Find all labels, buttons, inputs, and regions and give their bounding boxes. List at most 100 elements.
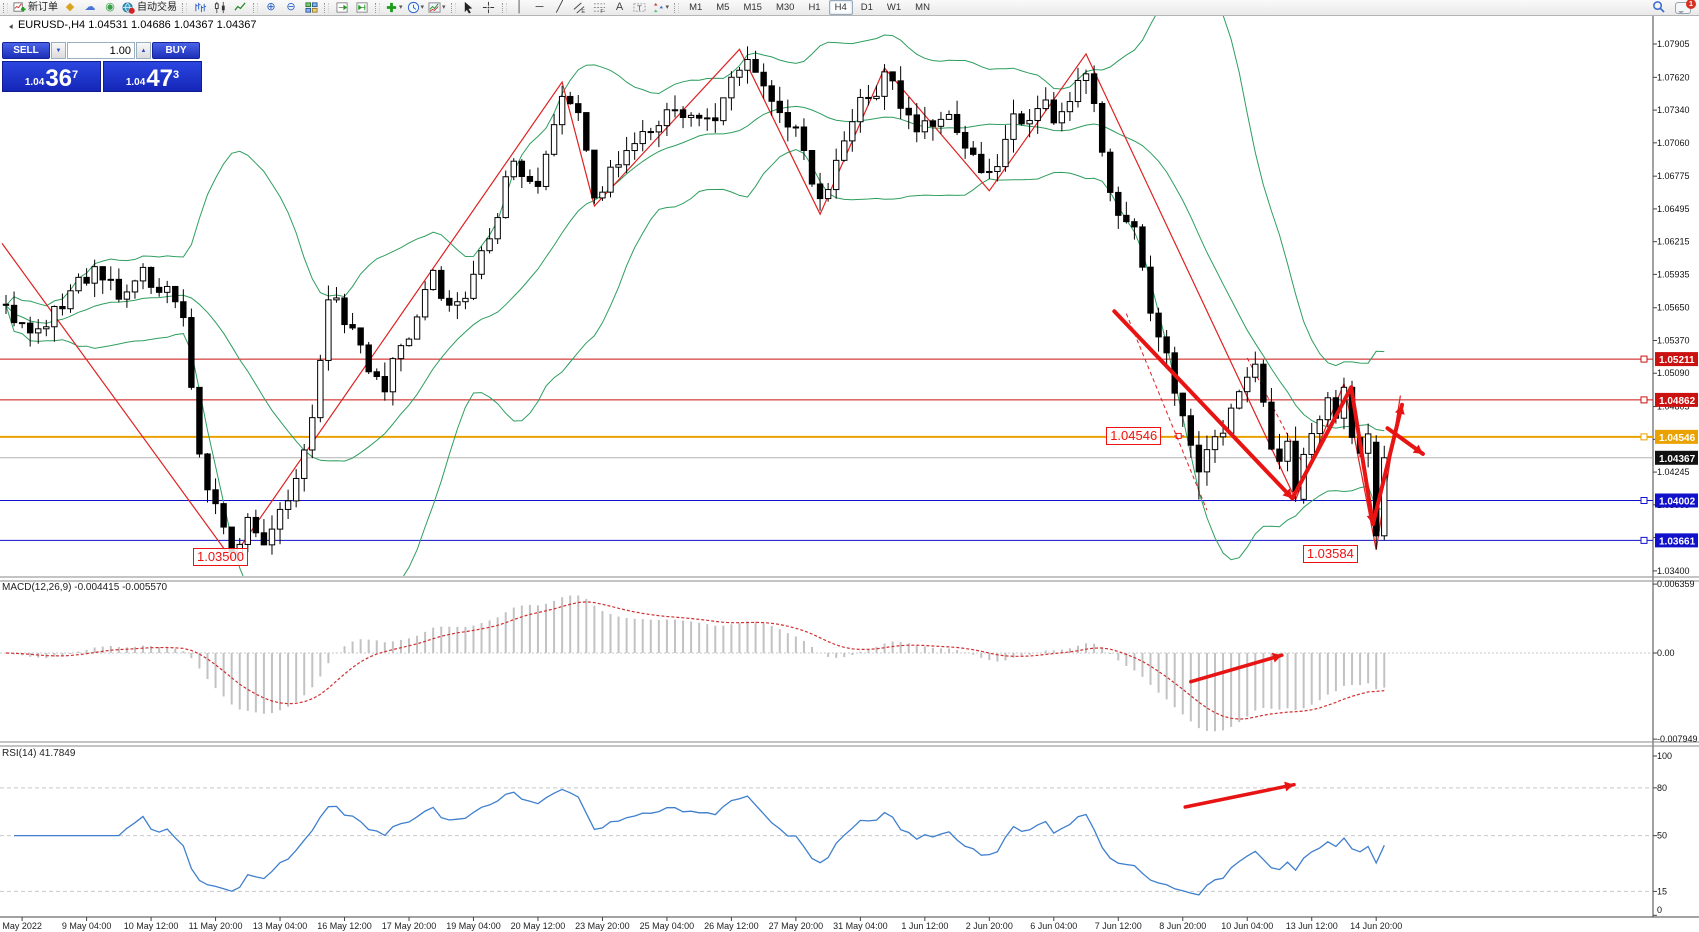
rsi-scale: 1008050150 [1653, 751, 1672, 915]
volume-up-button[interactable]: ▲ [136, 42, 151, 59]
timeframe-m1-button[interactable]: M1 [683, 0, 708, 15]
buy-price-box[interactable]: 1.04473 [103, 61, 202, 92]
period-button[interactable]: ▾ [405, 1, 427, 15]
timeframe-mn-button[interactable]: MN [909, 0, 936, 15]
rsi-arrow[interactable] [1185, 782, 1294, 807]
sell-price-sup: 7 [72, 69, 78, 81]
volume-input[interactable] [67, 42, 135, 59]
signal-icon[interactable]: ◉ [100, 1, 120, 15]
svg-text:1.05650: 1.05650 [1657, 303, 1690, 313]
profile-icon[interactable]: ☁ [80, 1, 100, 15]
svg-text:8 Jun 20:00: 8 Jun 20:00 [1159, 921, 1206, 931]
svg-text:6 Jun 04:00: 6 Jun 04:00 [1030, 921, 1077, 931]
svg-text:0.006359: 0.006359 [1657, 579, 1695, 589]
chevron-down-icon[interactable]: ▾ [442, 1, 446, 14]
svg-text:13 May 04:00: 13 May 04:00 [253, 921, 308, 931]
line-chart-icon[interactable] [230, 1, 250, 15]
buy-price-prefix: 1.04 [126, 77, 145, 88]
notification-badge: 1 [1686, 0, 1696, 9]
volume-down-button[interactable]: ▼ [51, 42, 66, 59]
chart-shift-icon[interactable] [352, 1, 372, 15]
template-button[interactable]: ▾ [426, 1, 448, 15]
svg-text:May 2022: May 2022 [2, 921, 42, 931]
sell-button[interactable]: SELL [2, 42, 50, 59]
svg-text:31 May 04:00: 31 May 04:00 [833, 921, 888, 931]
price-scale-labels: 1.052111.048621.045461.043671.040021.036… [1655, 352, 1698, 547]
svg-text:50: 50 [1657, 831, 1667, 841]
svg-text:1.07060: 1.07060 [1657, 138, 1690, 148]
candles-layer [3, 46, 1387, 561]
buy-button[interactable]: BUY [152, 42, 200, 59]
chevron-down-icon[interactable]: ▾ [421, 1, 425, 14]
zoom-out-icon[interactable]: ⊖ [281, 1, 301, 15]
chart-canvas[interactable]: 1.079051.076201.073401.070601.067751.064… [0, 0, 1699, 932]
price-annotation-label[interactable]: 1.03500 [193, 548, 248, 566]
toolbar-grip [182, 3, 187, 13]
crosshair-icon[interactable] [479, 1, 499, 15]
svg-text:1.05935: 1.05935 [1657, 269, 1690, 279]
chart-frame [0, 15, 1699, 917]
toolbar-grip [451, 3, 456, 13]
svg-text:1.05090: 1.05090 [1657, 368, 1690, 378]
timeframe-w1-button[interactable]: W1 [881, 0, 907, 15]
svg-text:27 May 20:00: 27 May 20:00 [769, 921, 824, 931]
price-annotation-label[interactable]: 1.04546 [1106, 427, 1161, 445]
autotrading-button[interactable]: 自动交易 [120, 1, 179, 15]
chart-arrow-icon: ▲ [7, 22, 16, 31]
timeframe-h1-button[interactable]: H1 [802, 0, 826, 15]
timeframe-m15-button[interactable]: M15 [737, 0, 767, 15]
svg-text:1 Jun 12:00: 1 Jun 12:00 [901, 921, 948, 931]
svg-text:15: 15 [1657, 886, 1667, 896]
fibonacci-icon[interactable]: F [590, 1, 610, 15]
new-order-button[interactable]: 新订单 [11, 1, 60, 15]
timeframe-m5-button[interactable]: M5 [710, 0, 735, 15]
svg-text:9 May 04:00: 9 May 04:00 [62, 921, 112, 931]
toolbar-grip [375, 3, 380, 13]
zoom-in-icon[interactable]: ⊕ [261, 1, 281, 15]
toolbar-grip [3, 3, 8, 13]
bar-chart-icon[interactable] [190, 1, 210, 15]
mt4-window: 新订单◆☁◉自动交易 ⊕⊖ ▾ ▾ ▾ │─╱EFAT ▾ M1M5M15M30H1H4D1W… [0, 0, 1699, 932]
svg-text:25 May 04:00: 25 May 04:00 [640, 921, 695, 931]
chevron-down-icon[interactable]: ▾ [666, 1, 670, 14]
tile-windows-icon[interactable] [301, 1, 321, 15]
timeframe-m30-button[interactable]: M30 [770, 0, 800, 15]
svg-text:1.06215: 1.06215 [1657, 237, 1690, 247]
channel-icon[interactable]: E [570, 1, 590, 15]
horizontal-line-icon[interactable]: ─ [530, 1, 550, 15]
notifications-icon[interactable]: 1 [1675, 2, 1691, 14]
timeframe-h4-button[interactable]: H4 [829, 0, 853, 15]
chevron-down-icon[interactable]: ▾ [399, 1, 403, 14]
shapes-icon[interactable]: ▾ [650, 1, 672, 15]
timeframe-d1-button[interactable]: D1 [855, 0, 879, 15]
toolbar-grip [324, 3, 329, 13]
vertical-line-icon[interactable]: │ [510, 1, 530, 15]
svg-text:1.07340: 1.07340 [1657, 105, 1690, 115]
label-icon[interactable]: T [630, 1, 650, 15]
candlestick-icon[interactable] [210, 1, 230, 15]
svg-text:20 May 12:00: 20 May 12:00 [511, 921, 566, 931]
svg-text:-0.007949: -0.007949 [1657, 734, 1698, 744]
sell-price-box[interactable]: 1.04367 [2, 61, 101, 92]
rsi-indicator-label: RSI(14) 41.7849 [2, 748, 75, 759]
toolbar-grip [253, 3, 258, 13]
add-indicator-button[interactable]: ▾ [383, 1, 405, 15]
trendline-icon[interactable]: ╱ [550, 1, 570, 15]
macd-arrow[interactable] [1191, 653, 1282, 682]
search-icon[interactable] [1652, 0, 1665, 16]
svg-text:1.04862: 1.04862 [1659, 396, 1696, 407]
svg-text:7 Jun 12:00: 7 Jun 12:00 [1095, 921, 1142, 931]
macd-panel [0, 595, 1653, 731]
toolbar-grip [674, 3, 679, 13]
text-icon[interactable]: A [610, 1, 630, 15]
svg-text:19 May 04:00: 19 May 04:00 [446, 921, 501, 931]
zigzag-lines[interactable] [2, 49, 1400, 559]
time-scale[interactable]: May 20229 May 04:0010 May 12:0011 May 20… [2, 917, 1402, 931]
cursor-icon[interactable] [459, 1, 479, 15]
macd-indicator-label: MACD(12,26,9) -0.004415 -0.005570 [2, 582, 167, 593]
auto-scroll-icon[interactable] [332, 1, 352, 15]
styler-icon[interactable]: ◆ [60, 1, 80, 15]
price-annotation-label[interactable]: 1.03584 [1303, 545, 1358, 563]
svg-text:1.04002: 1.04002 [1659, 496, 1696, 507]
svg-text:1.03400: 1.03400 [1657, 566, 1690, 576]
